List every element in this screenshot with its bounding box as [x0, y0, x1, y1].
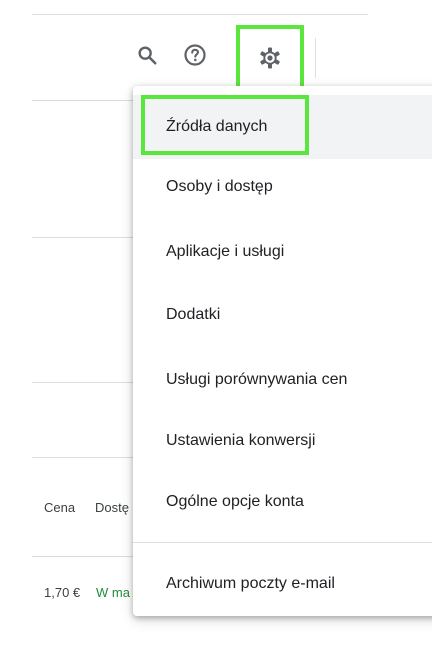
menu-item-add-ons[interactable]: Dodatki — [133, 283, 432, 347]
menu-item-conversion-settings[interactable]: Ustawienia konwersji — [133, 409, 432, 473]
menu-item-email-archive[interactable]: Archiwum poczty e-mail — [133, 552, 432, 616]
menu-item-general-account-options[interactable]: Ogólne opcje konta — [133, 470, 432, 534]
row-divider — [32, 237, 142, 238]
settings-gear-icon — [258, 46, 282, 70]
price-column-header[interactable]: Cena — [44, 500, 75, 515]
settings-button[interactable] — [252, 40, 288, 76]
top-divider — [32, 14, 368, 15]
menu-item-label: Ogólne opcje konta — [166, 493, 304, 510]
row-divider — [32, 556, 142, 557]
row-divider — [32, 382, 142, 383]
menu-item-people-and-access[interactable]: Osoby i dostęp — [133, 155, 432, 219]
search-button[interactable] — [129, 37, 165, 73]
toolbar-separator — [315, 38, 316, 78]
help-icon — [183, 43, 207, 67]
menu-item-label: Aplikacje i usługi — [166, 243, 285, 260]
menu-item-label: Osoby i dostęp — [166, 178, 273, 195]
menu-divider — [133, 542, 432, 543]
row-divider — [32, 457, 142, 458]
menu-item-data-sources[interactable]: Źródła danych — [133, 95, 432, 159]
menu-item-label: Ustawienia konwersji — [166, 432, 316, 449]
menu-item-label: Dodatki — [166, 306, 221, 323]
availability-column-header[interactable]: Dostę — [95, 500, 129, 515]
menu-item-label: Archiwum poczty e-mail — [166, 575, 335, 592]
row-divider — [32, 100, 142, 101]
help-button[interactable] — [177, 37, 213, 73]
menu-item-apps-and-services[interactable]: Aplikacje i usługi — [133, 220, 432, 284]
menu-item-price-comparison-services[interactable]: Usługi porównywania cen — [133, 348, 432, 412]
price-cell: 1,70 € — [44, 585, 81, 600]
search-icon — [136, 44, 158, 66]
menu-item-label: Usługi porównywania cen — [166, 371, 348, 388]
page: Cena Dostę 1,70 € W ma Źródła danych Oso… — [0, 0, 432, 648]
settings-menu: Źródła danych Osoby i dostęp Aplikacje i… — [133, 86, 432, 616]
availability-cell: W ma — [96, 585, 130, 600]
menu-item-label: Źródła danych — [166, 118, 268, 135]
